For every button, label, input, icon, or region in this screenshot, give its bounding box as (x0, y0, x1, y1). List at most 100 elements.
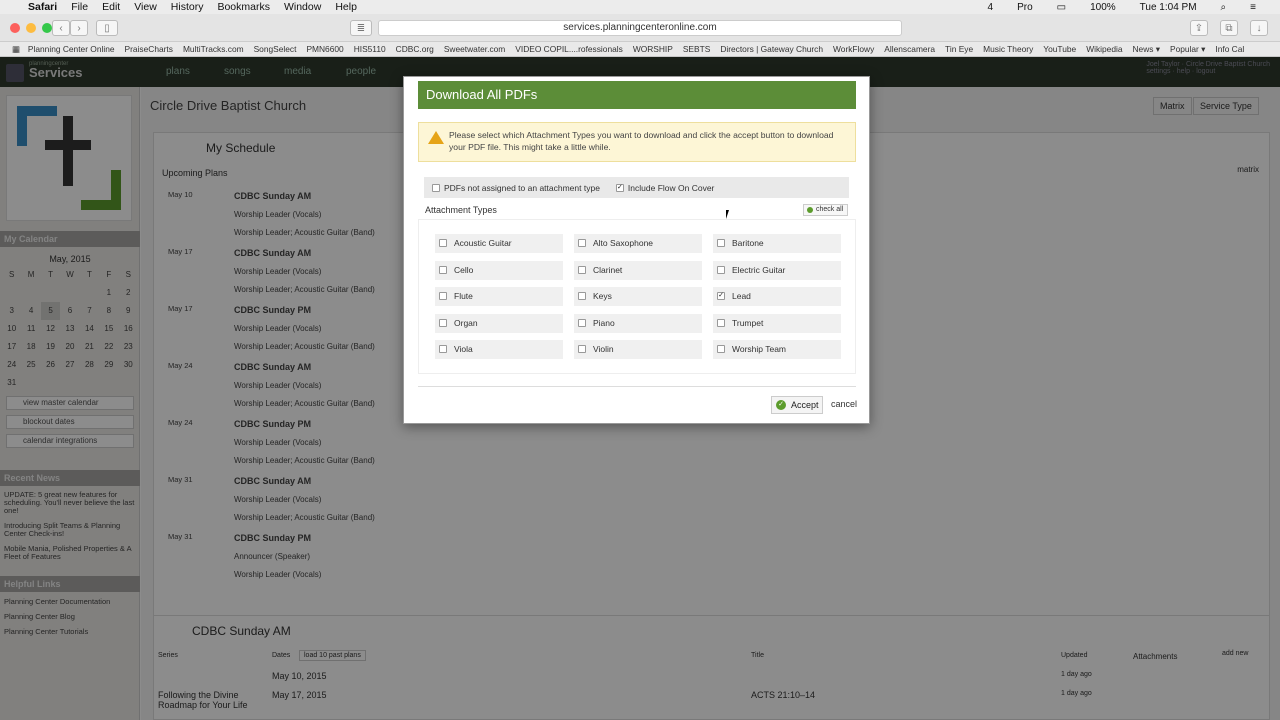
menu-window[interactable]: Window (284, 1, 321, 13)
attachment-type-label: Cello (454, 264, 474, 275)
attachment-type-checkbox[interactable]: ✓ (717, 292, 725, 300)
bookmark[interactable]: WORSHIP (633, 44, 673, 54)
bookmark[interactable]: MultiTracks.com (183, 44, 244, 54)
attachment-type-option[interactable]: Trumpet (713, 313, 841, 333)
menu-history[interactable]: History (171, 1, 204, 13)
menu-bookmarks[interactable]: Bookmarks (217, 1, 270, 13)
dialog-title: Download All PDFs (418, 81, 856, 109)
bookmark[interactable]: HIS5110 (354, 44, 386, 54)
bookmark[interactable]: Sweetwater.com (444, 44, 505, 54)
attachment-type-option[interactable]: Worship Team (713, 340, 841, 359)
bookmark[interactable]: CDBC.org (396, 44, 434, 54)
attachment-type-label: Electric Guitar (732, 264, 786, 275)
attachment-type-option[interactable]: Viola (435, 340, 563, 359)
attachment-type-checkbox[interactable] (717, 265, 725, 274)
unassigned-checkbox[interactable] (432, 183, 440, 192)
attachment-type-option[interactable]: Flute (435, 287, 563, 306)
attachment-type-option[interactable]: Violin (574, 340, 702, 359)
bookmark[interactable]: Popular ▾ (1170, 44, 1205, 54)
forward-button[interactable]: › (70, 20, 88, 36)
share-icon[interactable]: ⇪ (1190, 20, 1208, 36)
bookmarks-bar: ▦ Planning Center Online PraiseCharts Mu… (0, 42, 1280, 57)
back-button[interactable]: ‹ (52, 20, 70, 36)
check-icon: ✓ (776, 400, 786, 410)
bookmark[interactable]: News ▾ (1133, 44, 1160, 54)
attachment-type-option[interactable]: Piano (574, 313, 702, 333)
attachment-type-option[interactable]: Electric Guitar (713, 260, 841, 280)
reader-icon[interactable]: ≣ (350, 20, 372, 36)
attachment-type-checkbox[interactable] (578, 239, 586, 247)
accept-button[interactable]: ✓ Accept (771, 396, 823, 414)
close-window-icon[interactable] (10, 23, 20, 33)
warning-icon (428, 131, 444, 144)
attachment-type-checkbox[interactable] (578, 345, 586, 353)
status-pro[interactable]: Pro (1017, 2, 1033, 13)
attachment-type-label: Alto Saxophone (593, 238, 654, 248)
menu-file[interactable]: File (71, 1, 88, 13)
attachment-type-option[interactable]: Cello (435, 260, 563, 280)
sidebar-toggle-button[interactable]: ▯ (96, 20, 118, 36)
attachment-type-label: Acoustic Guitar (454, 238, 512, 248)
attachment-types-grid: Acoustic Guitar Alto Saxophone Baritone Cel… (418, 219, 856, 374)
zoom-window-icon[interactable] (42, 23, 52, 33)
attachment-type-option[interactable]: Acoustic Guitar (435, 234, 563, 253)
bookmark[interactable]: Tin Eye (945, 44, 973, 54)
attachment-type-label: Lead (732, 291, 751, 301)
list-icon[interactable]: ≡ (1250, 2, 1256, 13)
bookmark[interactable]: YouTube (1043, 44, 1076, 54)
download-icon[interactable]: ↓ (1250, 20, 1268, 36)
status-4[interactable]: 4 (988, 2, 994, 13)
bookmark[interactable]: Directors | Gateway Church (720, 44, 823, 54)
attachment-type-checkbox[interactable] (717, 345, 725, 353)
bookmark[interactable]: PraiseCharts (125, 44, 173, 54)
bookmark[interactable]: SongSelect (254, 44, 297, 54)
grid-icon[interactable]: ▦ (12, 44, 20, 54)
battery-icon[interactable]: ▭ (1057, 2, 1066, 13)
attachment-type-option[interactable]: Clarinet (574, 260, 702, 280)
menu-edit[interactable]: Edit (102, 1, 120, 13)
menu-view[interactable]: View (134, 1, 157, 13)
download-pdfs-dialog: Download All PDFs Please select which At… (403, 76, 870, 424)
bookmark[interactable]: PMN6600 (306, 44, 343, 54)
attachment-type-checkbox[interactable] (439, 265, 447, 274)
attachment-type-checkbox[interactable] (717, 239, 725, 247)
bookmark[interactable]: WorkFlowy (833, 44, 874, 54)
attachment-type-checkbox[interactable] (717, 318, 725, 327)
attachment-type-label: Keys (593, 291, 612, 301)
unassigned-label[interactable]: PDFs not assigned to an attachment type (444, 183, 600, 193)
flow-on-cover-label[interactable]: Include Flow On Cover (628, 183, 714, 193)
attachment-type-checkbox[interactable] (439, 239, 447, 247)
cancel-link[interactable]: cancel (831, 399, 857, 409)
bookmark[interactable]: Music Theory (983, 44, 1033, 54)
attachment-type-label: Worship Team (732, 344, 787, 354)
attachment-type-label: Violin (593, 344, 614, 354)
bookmark[interactable]: Planning Center Online (28, 44, 115, 54)
tabs-icon[interactable]: ⧉ (1220, 20, 1238, 36)
attachment-type-checkbox[interactable] (578, 318, 586, 327)
menu-help[interactable]: Help (335, 1, 357, 13)
search-icon[interactable]: ⌕ (1221, 2, 1227, 13)
attachment-type-option[interactable]: Alto Saxophone (574, 234, 702, 253)
check-all-button[interactable]: check all (803, 204, 848, 216)
attachment-type-checkbox[interactable] (578, 265, 586, 274)
flow-on-cover-checkbox[interactable]: ✓ (615, 183, 624, 192)
attachment-type-option[interactable]: Keys (574, 287, 702, 306)
attachment-type-option[interactable]: ✓ Lead (713, 287, 841, 306)
bookmark[interactable]: SEBTS (683, 44, 710, 54)
bookmark[interactable]: Info Cal (1215, 44, 1244, 54)
url-bar[interactable]: services.planningcenteronline.com (378, 20, 902, 36)
minimize-window-icon[interactable] (26, 23, 36, 33)
attachment-type-checkbox[interactable] (439, 292, 447, 300)
bookmark[interactable]: Wikipedia (1086, 44, 1122, 54)
attachment-type-checkbox[interactable] (439, 318, 447, 327)
attachment-type-checkbox[interactable] (439, 345, 447, 353)
menu-app[interactable]: Safari (28, 1, 57, 13)
attachment-type-option[interactable]: Baritone (713, 234, 841, 253)
bookmark[interactable]: VIDEO COPIL....rofessionals (515, 44, 623, 54)
attachment-type-option[interactable]: Organ (435, 313, 563, 333)
warning-message: Please select which Attachment Types you… (418, 122, 856, 162)
attachment-type-checkbox[interactable] (578, 292, 586, 300)
attachment-type-label: Trumpet (732, 317, 764, 328)
bookmark[interactable]: Allenscamera (884, 44, 935, 54)
clock[interactable]: Tue 1:04 PM (1140, 2, 1197, 13)
